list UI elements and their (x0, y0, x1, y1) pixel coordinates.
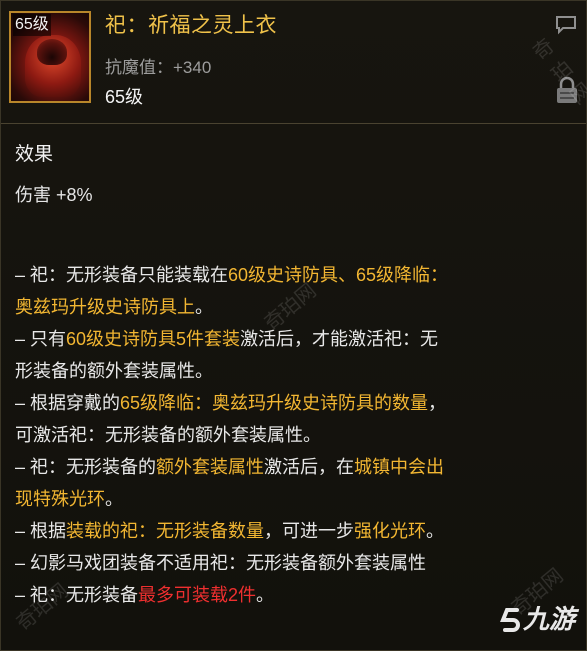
description-text: – 只有 (15, 329, 67, 349)
warning-text: 最多可装载2件 (138, 585, 257, 605)
effect-title: 效果 (15, 144, 54, 165)
description-text: 。 (256, 585, 275, 605)
description-line: 形装备的额外套装属性。 (15, 355, 556, 387)
logo-text: 九游 (523, 604, 576, 634)
highlight-text: 65级降临：奥兹玛升级史诗防具的数量 (120, 393, 429, 413)
description-text: – 幻影马戏团装备不适用祀：无形装备额外套装属性 (15, 553, 427, 573)
description-line: 现特殊光环。 (15, 483, 556, 515)
highlight-text: 60级史诗防具5件套装 (66, 329, 241, 349)
description-text: 可激活祀：无形装备的额外套装属性。 (15, 425, 321, 445)
site-logo: 九游 (499, 599, 575, 636)
description-text: 。 (426, 521, 445, 541)
description-line: 可激活祀：无形装备的额外套装属性。 (15, 419, 556, 451)
highlight-text: 强化光环 (354, 521, 427, 541)
description-line: – 幻影马戏团装备不适用祀：无形装备额外套装属性 (15, 547, 556, 579)
description-text: ， (428, 393, 447, 413)
highlight-text: 装载的祀：无形装备数量 (66, 521, 265, 541)
description-line: – 祀：无形装备只能装载在60级史诗防具、65级降临： (15, 259, 556, 291)
divider (1, 123, 586, 124)
description-text: ，可进一步 (264, 521, 355, 541)
item-tooltip: 65级 祀：祈福之灵上衣 抗魔值：+340 65级 效果 伤害 +8% – 祀：… (0, 0, 587, 651)
description-text: – 祀：无形装备只能装载在 (15, 265, 229, 285)
highlight-text: 60级史诗防具、65级降临： (228, 265, 449, 285)
description-text: – 根据 (15, 521, 67, 541)
item-icon[interactable]: 65级 (9, 11, 91, 103)
description-text: 。 (195, 297, 213, 317)
highlight-text: 额外套装属性 (156, 457, 265, 477)
highlight-text: 奥兹玛升级史诗防具上 (15, 297, 195, 317)
description-text: 激活后，在 (264, 457, 355, 477)
description-text: – 祀：无形装备的 (15, 457, 157, 477)
hood-art (37, 39, 67, 65)
description-line: – 祀：无形装备的额外套装属性激活后，在城镇中会出 (15, 451, 556, 483)
logo-icon (500, 608, 520, 633)
item-stat: 抗魔值：+340 (105, 58, 212, 77)
description-text: 形装备的额外套装属性。 (15, 361, 213, 381)
highlight-text: 城镇中会出 (354, 457, 445, 477)
effect-value: 伤害 +8% (15, 185, 93, 205)
description-line: – 根据装载的祀：无形装备数量，可进一步强化光环。 (15, 515, 556, 547)
description-text: – 根据穿戴的 (15, 393, 121, 413)
description-text: 激活后，才能激活祀：无 (240, 329, 439, 349)
description-line: – 只有60级史诗防具5件套装激活后，才能激活祀：无 (15, 323, 556, 355)
description-text: 。 (105, 489, 123, 509)
description-line: – 祀：无形装备最多可装载2件。 (15, 579, 556, 611)
description-line: – 根据穿戴的65级降临：奥兹玛升级史诗防具的数量， (15, 387, 556, 419)
tooltip-header: 65级 祀：祈福之灵上衣 抗魔值：+340 65级 (1, 1, 586, 119)
item-name: 祀：祈福之灵上衣 (105, 14, 277, 37)
highlight-text: 现特殊光环 (15, 489, 105, 509)
item-icon-level: 65级 (13, 14, 51, 36)
item-level: 65级 (105, 87, 144, 107)
